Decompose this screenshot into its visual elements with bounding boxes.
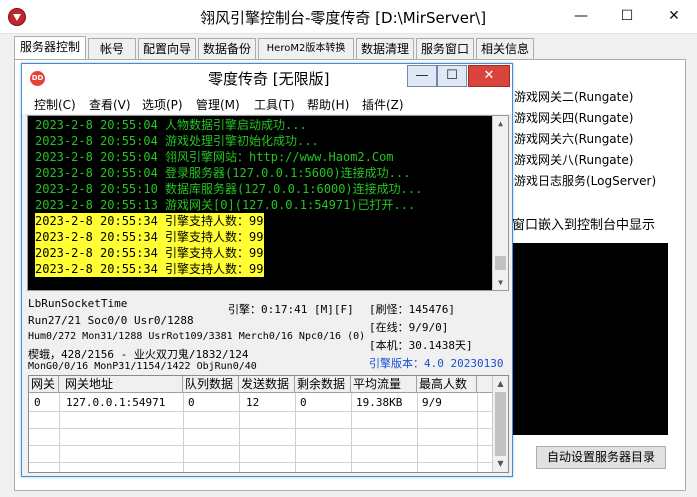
console-line-highlighted: 2023-2-8 20:55:34 引擎支持人数：99 bbox=[35, 245, 264, 261]
grid-cell[interactable]: 127.0.0.1:54971 bbox=[61, 394, 165, 411]
inner-minimize-button[interactable]: — bbox=[407, 65, 437, 87]
grid-cell[interactable]: 12 bbox=[241, 394, 259, 411]
gateway-item[interactable]: 游戏日志服务(LogServer) bbox=[514, 172, 656, 189]
gateway-grid[interactable]: 网关 网关地址 队列数据 发送数据 剩余数据 平均流量 最高人数 0 127.0… bbox=[28, 375, 509, 473]
tab-service-window[interactable]: 服务窗口 bbox=[416, 38, 474, 59]
menu-tools[interactable]: 工具(T) bbox=[254, 96, 295, 113]
grid-header-cell[interactable]: 最高人数 bbox=[417, 376, 477, 393]
status-monster: 楔蛾，428/2156 - 业火双刀鬼/1832/124 bbox=[28, 348, 249, 361]
inner-maximize-button[interactable]: ☐ bbox=[437, 65, 467, 87]
grid-header-cell[interactable]: 平均流量 bbox=[351, 376, 417, 393]
console-line-highlighted: 2023-2-8 20:55:34 引擎支持人数：99 bbox=[35, 229, 264, 245]
inner-close-button[interactable]: ✕ bbox=[468, 65, 510, 87]
grid-header-cell[interactable]: 发送数据 bbox=[239, 376, 295, 393]
outer-close-button[interactable]: ✕ bbox=[651, 0, 697, 33]
menu-help[interactable]: 帮助(H) bbox=[307, 96, 349, 113]
console-line: 2023-2-8 20:55:04 人物数据引擎启动成功... bbox=[35, 118, 307, 132]
outer-minimize-button[interactable]: — bbox=[558, 0, 604, 33]
embedded-window-area bbox=[512, 243, 668, 435]
grid-cell[interactable]: 19.38KB bbox=[351, 394, 402, 411]
console-scroll-thumb[interactable] bbox=[495, 256, 506, 270]
grid-cell[interactable]: 9/9 bbox=[417, 394, 442, 411]
menu-view[interactable]: 查看(V) bbox=[89, 96, 131, 113]
console-line-highlighted: 2023-2-8 20:55:34 引擎支持人数：99 bbox=[35, 213, 264, 229]
grid-scroll-thumb[interactable] bbox=[495, 392, 506, 456]
status-run: Run27/21 Soc0/0 Usr0/1288 bbox=[28, 314, 194, 327]
scroll-down-arrow-icon[interactable]: ▼ bbox=[493, 275, 508, 290]
status-socket-time: LbRunSocketTime bbox=[28, 297, 128, 310]
console-line: 2023-2-8 20:55:04 登录服务器(127.0.0.1:5600)连… bbox=[35, 166, 411, 180]
menu-options[interactable]: 选项(P) bbox=[142, 96, 183, 113]
console-scrollbar[interactable]: ▲ ▼ bbox=[492, 116, 508, 290]
tab-account[interactable]: 帐号 bbox=[88, 38, 136, 59]
grid-header-cell[interactable]: 网关 bbox=[29, 376, 59, 393]
grid-cell[interactable]: 0 bbox=[183, 394, 195, 411]
console-line: 2023-2-8 20:55:10 数据库服务器(127.0.0.1:6000)… bbox=[35, 182, 423, 196]
status-mong: MonG0/0/16 MonP31/1154/1422 ObjRun0/40 bbox=[28, 361, 257, 372]
console-line-highlighted: 2023-2-8 20:55:34 引擎支持人数：99 bbox=[35, 261, 264, 277]
inner-window-title: 零度传奇 [无限版] bbox=[208, 70, 330, 88]
tab-related-info[interactable]: 相关信息 bbox=[476, 38, 534, 59]
outer-maximize-button[interactable]: ☐ bbox=[604, 0, 650, 33]
grid-cell[interactable]: 0 bbox=[29, 394, 41, 411]
gateway-item[interactable]: 游戏网关二(Rungate) bbox=[514, 88, 633, 105]
inner-app-logo-icon: DD bbox=[30, 71, 45, 86]
console-log[interactable]: 2023-2-8 20:55:04 人物数据引擎启动成功... 2023-2-8… bbox=[27, 115, 509, 291]
menu-plugins[interactable]: 插件(Z) bbox=[362, 96, 404, 113]
status-engine-version: 引擎版本：4.0 20230130 bbox=[369, 357, 504, 370]
tab-herom2-convert[interactable]: HeroM2版本转换 bbox=[258, 38, 354, 59]
tab-data-cleanup[interactable]: 数据清理 bbox=[356, 38, 414, 59]
tab-data-backup[interactable]: 数据备份 bbox=[198, 38, 256, 59]
grid-scrollbar[interactable]: ▲ ▼ bbox=[492, 376, 508, 472]
console-line: 2023-2-8 20:55:13 游戏网关[0](127.0.0.1:5497… bbox=[35, 198, 416, 212]
status-online: [在线：9/9/0] bbox=[369, 321, 449, 334]
inner-title-bar: DD 零度传奇 [无限版] — ☐ ✕ bbox=[22, 64, 512, 92]
grid-cell[interactable]: 0 bbox=[295, 394, 307, 411]
status-refresh-monster: [刷怪：145476] bbox=[369, 303, 455, 316]
grid-header: 网关 网关地址 队列数据 发送数据 剩余数据 平均流量 最高人数 bbox=[29, 376, 493, 393]
console-line: 2023-2-8 20:55:04 游戏处理引擎初始化成功... bbox=[35, 134, 319, 148]
outer-title-bar: 翎风引擎控制台-零度传奇 [D:\MirServer\] — ☐ ✕ bbox=[0, 0, 697, 34]
embed-window-label[interactable]: 窗口嵌入到控制台中显示 bbox=[512, 214, 655, 233]
menu-manage[interactable]: 管理(M) bbox=[196, 96, 240, 113]
tab-server-control[interactable]: 服务器控制 bbox=[14, 36, 86, 60]
auto-set-server-dir-button[interactable]: 自动设置服务器目录 bbox=[536, 446, 666, 469]
scroll-up-arrow-icon[interactable]: ▲ bbox=[493, 376, 508, 391]
status-local: [本机：30.1438天] bbox=[369, 339, 473, 352]
grid-header-cell[interactable]: 队列数据 bbox=[183, 376, 239, 393]
tab-config-wizard[interactable]: 配置向导 bbox=[138, 38, 196, 59]
inner-window: DD 零度传奇 [无限版] — ☐ ✕ 控制(C) 查看(V) 选项(P) 管理… bbox=[21, 63, 513, 477]
menu-bar: 控制(C) 查看(V) 选项(P) 管理(M) 工具(T) 帮助(H) 插件(Z… bbox=[22, 92, 512, 114]
gateway-item[interactable]: 游戏网关四(Rungate) bbox=[514, 109, 633, 126]
outer-window-title: 翎风引擎控制台-零度传奇 [D:\MirServer\] bbox=[200, 9, 487, 27]
status-hum: Hum0/272 Mon31/1288 UsrRot109/3381 Merch… bbox=[28, 331, 366, 342]
app-logo-icon bbox=[8, 8, 26, 26]
gateway-item[interactable]: 游戏网关八(Rungate) bbox=[514, 151, 633, 168]
gateway-item[interactable]: 游戏网关六(Rungate) bbox=[514, 130, 633, 147]
grid-header-cell[interactable]: 剩余数据 bbox=[295, 376, 351, 393]
status-engine-time: 引擎：0:17:41 [M][F] bbox=[228, 303, 354, 316]
menu-control[interactable]: 控制(C) bbox=[34, 96, 76, 113]
scroll-up-arrow-icon[interactable]: ▲ bbox=[493, 116, 508, 131]
scroll-down-arrow-icon[interactable]: ▼ bbox=[493, 456, 508, 471]
grid-header-cell[interactable]: 网关地址 bbox=[59, 376, 183, 393]
console-line: 2023-2-8 20:55:04 翎风引擎网站：http://www.Haom… bbox=[35, 150, 394, 164]
